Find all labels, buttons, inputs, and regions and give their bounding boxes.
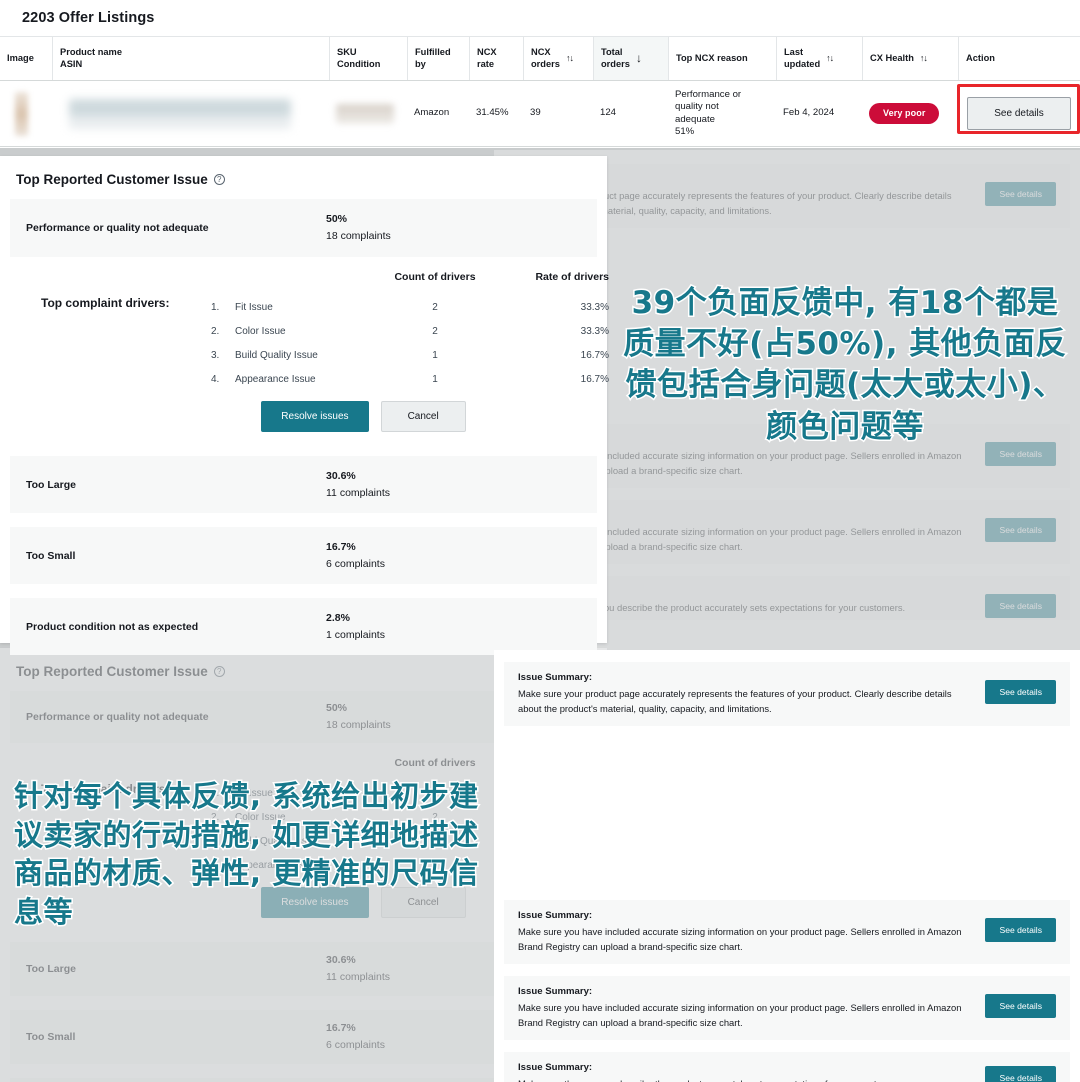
issue-summary-row: Issue Summary: Make sure you have includ… [504, 900, 1070, 965]
driver-rate: 16.7% [580, 373, 609, 385]
driver-index: 1. [211, 301, 220, 313]
driver-rate: 33.3% [580, 301, 609, 313]
issue-summary-row: Issue Summary: Make sure you have includ… [504, 976, 1070, 1041]
col-header-rate-of-drivers: Rate of drivers [535, 271, 609, 283]
dimmed-issue-stat: 50% 18 complaints [326, 700, 391, 734]
dimmed-issue-stat: 30.6% 11 complaints [326, 952, 390, 986]
dimmed-issue-complaints: 11 complaints [326, 971, 391, 983]
dimmed-issue-name: Too Small [26, 1031, 76, 1043]
issue-summary-label: Issue Summary: [518, 672, 593, 683]
drivers-label: Top complaint drivers: [41, 296, 170, 310]
see-details-button[interactable]: See details [985, 918, 1056, 943]
dimmed-panel-title-text: Top Reported Customer Issue [16, 664, 208, 679]
screenshot-root: 2203 Offer Listings Image Product name A… [0, 0, 1080, 1082]
annotation-text-top: 39个负面反馈中, 有18个都是质量不好(占50%), 其他负面反馈包括合身问题… [622, 284, 1068, 447]
driver-rate: 33.3% [580, 325, 609, 337]
dimmed-see-details-button[interactable]: See details [985, 182, 1056, 206]
issue-complaints: 6 complaints [326, 557, 385, 570]
issue-summary-body: Make sure the way you describe the produ… [518, 1077, 975, 1082]
dimmed-issue-pct: 16.7% [326, 1022, 356, 1035]
see-details-button[interactable]: See details [985, 994, 1056, 1019]
dimmed-issue-pct: 50% [326, 702, 348, 715]
issue-complaints: 11 complaints [326, 486, 391, 499]
drivers-header: Count of drivers Rate of drivers [16, 271, 609, 283]
top-complaint-drivers-block: Count of drivers Rate of drivers Top com… [0, 257, 609, 456]
see-details-button[interactable]: See details [985, 1066, 1056, 1082]
driver-row: 4. Appearance Issue 1 16.7% [211, 367, 609, 391]
dimmed-issue-name: Performance or quality not adequate [26, 711, 209, 723]
issue-row-product-condition[interactable]: Product condition not as expected 2.8% 1… [10, 598, 597, 655]
issue-row-too-large[interactable]: Too Large 30.6% 11 complaints [10, 456, 597, 513]
issue-pct: 50% [326, 213, 348, 226]
dimmed-issue-complaints: 18 complaints [326, 719, 391, 731]
dimmed-issue-pct: 30.6% [326, 954, 356, 967]
issue-row-too-small[interactable]: Too Small 16.7% 6 complaints [10, 527, 597, 584]
issue-summary-label: Issue Summary: [518, 1062, 593, 1074]
top-reported-customer-issue-panel: Top Reported Customer Issue ? Performanc… [0, 156, 609, 655]
col-header-count-of-drivers: Count of drivers [394, 271, 476, 283]
dimmed-see-details-button[interactable]: See details [985, 594, 1056, 619]
help-icon[interactable]: ? [213, 174, 225, 185]
driver-count: 1 [432, 349, 438, 361]
driver-count: 2 [432, 325, 438, 337]
driver-count: 2 [432, 301, 438, 313]
dimmed-issue-name: Too Large [26, 963, 76, 975]
issue-summary-label: Issue Summary: [518, 986, 593, 998]
issue-summary-label: Issue Summary: [518, 910, 593, 922]
driver-count: 1 [432, 373, 438, 385]
issue-complaints: 18 complaints [326, 230, 391, 242]
dimmed-issue-complaints: 6 complaints [326, 1039, 385, 1051]
annotation-text-bottom: 针对每个具体反馈, 系统给出初步建议卖家的行动措施, 如更详细地描述商品的材质、… [13, 777, 480, 930]
issue-name: Too Small [26, 549, 76, 562]
see-details-button[interactable]: See details [985, 680, 1056, 704]
driver-name: Fit Issue [235, 301, 273, 313]
dimmed-see-details-button[interactable]: See details [985, 518, 1056, 543]
driver-name: Build Quality Issue [235, 349, 318, 361]
driver-rate: 16.7% [580, 349, 609, 361]
issue-summary-row: Issue Summary: Make sure your product pa… [504, 662, 1070, 727]
issue-pct: 16.7% [326, 540, 356, 553]
driver-index: 3. [211, 349, 220, 361]
driver-index: 2. [211, 325, 220, 337]
issue-summary-body: Make sure you have included accurate siz… [518, 1002, 962, 1028]
issue-name: Too Large [26, 478, 76, 491]
issue-stat: 16.7% 6 complaints [326, 539, 385, 573]
issue-stat: 50% 18 complaints [326, 211, 391, 245]
driver-name: Color Issue [235, 325, 286, 337]
issue-summary-row: Issue Summary: Make sure the way you des… [504, 1052, 1070, 1082]
issue-row-performance[interactable]: Performance or quality not adequate 50% … [10, 199, 597, 257]
driver-name: Appearance Issue [235, 373, 316, 385]
issue-summary-panel: Issue Summary: Make sure your product pa… [494, 650, 1080, 1082]
issue-pct: 30.6% [326, 469, 356, 482]
issue-name: Product condition not as expected [26, 620, 199, 633]
issue-panel-title: Top Reported Customer Issue ? [0, 156, 607, 199]
driver-row: 3. Build Quality Issue 1 16.7% [211, 343, 609, 367]
issue-summary-body: Make sure your product page accurately r… [518, 688, 952, 714]
issue-complaints: 1 complaints [326, 628, 385, 641]
dimmed-col-count: Count of drivers [394, 757, 476, 769]
issue-summary-body: Make sure you have included accurate siz… [518, 926, 962, 952]
help-icon[interactable]: ? [213, 666, 225, 677]
dimmed-issue-stat: 16.7% 6 complaints [326, 1020, 385, 1054]
resolve-issues-button[interactable]: Resolve issues [261, 401, 369, 432]
driver-index: 4. [211, 373, 220, 385]
driver-row: 1. Fit Issue 2 33.3% [211, 295, 609, 319]
issue-pct: 2.8% [326, 611, 350, 624]
issue-stat: 2.8% 1 complaints [326, 610, 385, 644]
driver-row: 2. Color Issue 2 33.3% [211, 319, 609, 343]
issue-stat: 30.6% 11 complaints [326, 468, 390, 502]
cancel-button[interactable]: Cancel [380, 401, 466, 432]
issue-name: Performance or quality not adequate [26, 222, 209, 234]
issue-panel-title-text: Top Reported Customer Issue [16, 172, 208, 187]
